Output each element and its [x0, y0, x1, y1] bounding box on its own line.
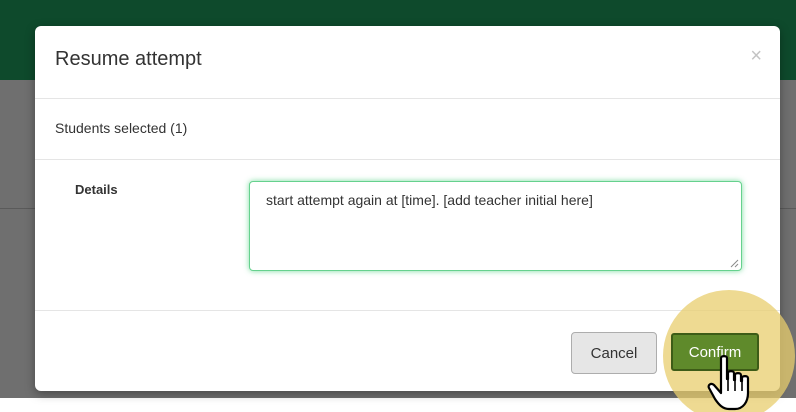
footer-divider: [35, 310, 780, 311]
details-label: Details: [75, 182, 118, 197]
resize-grip-icon[interactable]: [730, 259, 739, 268]
modal-title: Resume attempt: [55, 48, 202, 70]
cancel-button[interactable]: Cancel: [571, 332, 657, 374]
details-textarea[interactable]: start attempt again at [time]. [add teac…: [249, 181, 742, 271]
hand-pointer-icon: [707, 355, 750, 411]
modal-header: Resume attempt ×: [35, 26, 780, 99]
students-selected-text: Students selected (1): [55, 120, 188, 136]
students-selected-row: Students selected (1): [35, 99, 780, 160]
background-content: [0, 398, 796, 412]
close-icon[interactable]: ×: [750, 46, 762, 66]
